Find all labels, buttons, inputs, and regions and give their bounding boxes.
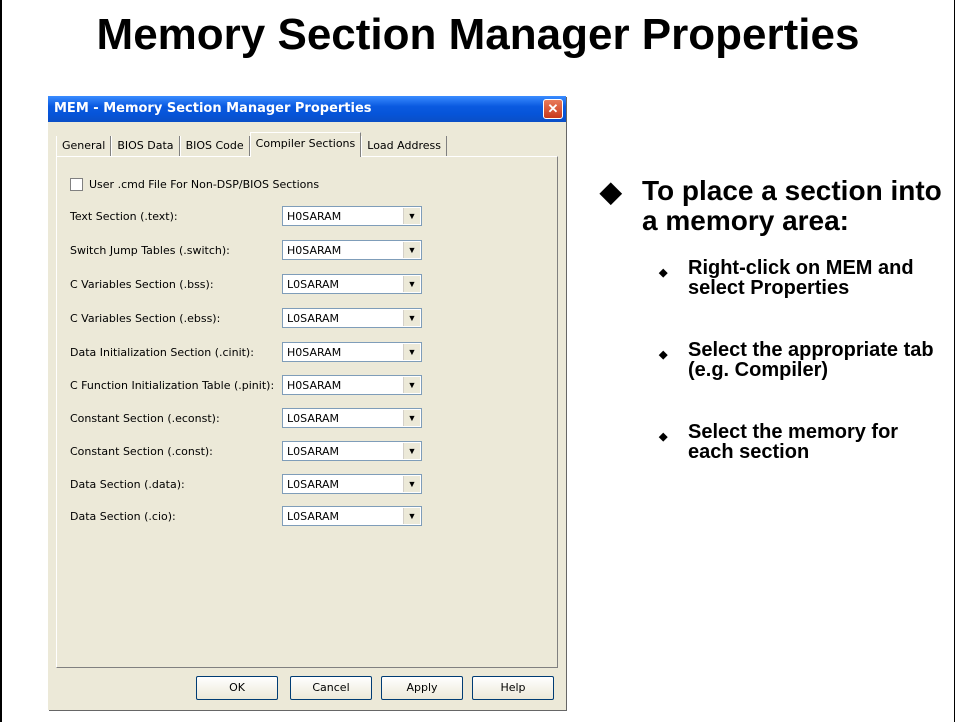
memory-select[interactable]: H0SARAM ▼ (282, 342, 422, 362)
sub-bullet-2: Select the appropriate tab (e.g. Compile… (688, 339, 934, 381)
memory-select[interactable]: H0SARAM ▼ (282, 206, 422, 226)
memory-select-value: L0SARAM (287, 445, 340, 458)
memory-select[interactable]: L0SARAM ▼ (282, 408, 422, 428)
tab-general[interactable]: General (56, 136, 112, 156)
section-label: C Variables Section (.bss): (70, 278, 214, 291)
memory-select-value: H0SARAM (287, 210, 342, 223)
memory-select-value: H0SARAM (287, 244, 342, 257)
section-row: C Function Initialization Table (.pinit)… (70, 379, 284, 392)
sub-bullet-3: Select the memory for each section (688, 421, 899, 463)
section-row: Switch Jump Tables (.switch): (70, 244, 284, 257)
small-diamond-bullet-icon: ◆ (659, 431, 668, 443)
slide-title: Memory Section Manager Properties (96, 10, 860, 59)
section-row: Data Section (.cio): (70, 510, 284, 523)
chevron-down-icon[interactable]: ▼ (403, 344, 420, 360)
section-label: Data Section (.cio): (70, 510, 176, 523)
memory-select-value: L0SARAM (287, 278, 340, 291)
sub-bullet-1: Right-click on MEM and select Properties (688, 257, 914, 299)
section-label: Switch Jump Tables (.switch): (70, 244, 230, 257)
small-diamond-bullet-icon: ◆ (659, 267, 668, 279)
memory-select[interactable]: L0SARAM ▼ (282, 441, 422, 461)
section-label: Constant Section (.const): (70, 445, 213, 458)
tab-compiler-sections[interactable]: Compiler Sections (249, 132, 362, 157)
memory-select-value: L0SARAM (287, 412, 340, 425)
section-label: C Variables Section (.ebss): (70, 312, 221, 325)
section-row: Data Section (.data): (70, 478, 284, 491)
ok-button[interactable]: OK (196, 676, 278, 700)
user-cmd-checkbox[interactable] (70, 178, 83, 191)
section-label: Data Section (.data): (70, 478, 185, 491)
section-label: Text Section (.text): (70, 210, 178, 223)
chevron-down-icon[interactable]: ▼ (403, 410, 420, 426)
memory-select-value: H0SARAM (287, 379, 342, 392)
chevron-down-icon[interactable]: ▼ (403, 377, 420, 393)
chevron-down-icon[interactable]: ▼ (403, 508, 420, 524)
help-button[interactable]: Help (472, 676, 554, 700)
close-icon[interactable]: ✕ (543, 99, 563, 119)
memory-select[interactable]: H0SARAM ▼ (282, 375, 422, 395)
chevron-down-icon[interactable]: ▼ (403, 276, 420, 292)
diamond-bullet-icon: ◆ (600, 176, 622, 207)
main-bullet-text: To place a section into a memory area: (642, 175, 942, 236)
small-diamond-bullet-icon: ◆ (659, 349, 668, 361)
memory-select[interactable]: L0SARAM ▼ (282, 474, 422, 494)
section-row: Constant Section (.econst): (70, 412, 284, 425)
section-label: Constant Section (.econst): (70, 412, 220, 425)
chevron-down-icon[interactable]: ▼ (403, 443, 420, 459)
chevron-down-icon[interactable]: ▼ (403, 310, 420, 326)
section-row: Data Initialization Section (.cinit): (70, 346, 284, 359)
memory-select[interactable]: L0SARAM ▼ (282, 506, 422, 526)
user-cmd-checkbox-label: User .cmd File For Non-DSP/BIOS Sections (89, 178, 320, 191)
memory-select[interactable]: L0SARAM ▼ (282, 308, 422, 328)
section-row: Text Section (.text): (70, 210, 284, 223)
section-row: Constant Section (.const): (70, 445, 284, 458)
section-label: Data Initialization Section (.cinit): (70, 346, 254, 359)
chevron-down-icon[interactable]: ▼ (403, 208, 420, 224)
dialog-titlebar[interactable]: MEM - Memory Section Manager Properties … (48, 96, 566, 122)
tab-strip: General BIOS Data BIOS Code Compiler Sec… (56, 132, 447, 157)
section-label: C Function Initialization Table (.pinit)… (70, 379, 275, 392)
chevron-down-icon[interactable]: ▼ (403, 476, 420, 492)
dialog-title: MEM - Memory Section Manager Properties (54, 101, 372, 116)
section-row: C Variables Section (.ebss): (70, 312, 284, 325)
memory-select-value: L0SARAM (287, 312, 340, 325)
memory-select-value: L0SARAM (287, 478, 340, 491)
section-row: C Variables Section (.bss): (70, 278, 284, 291)
memory-select-value: H0SARAM (287, 346, 342, 359)
memory-select[interactable]: L0SARAM ▼ (282, 274, 422, 294)
memory-select[interactable]: H0SARAM ▼ (282, 240, 422, 260)
slide: Memory Section Manager Properties MEM - … (0, 0, 955, 722)
tab-bios-code[interactable]: BIOS Code (179, 136, 250, 156)
chevron-down-icon[interactable]: ▼ (403, 242, 420, 258)
tab-load-address[interactable]: Load Address (361, 136, 447, 156)
tab-bios-data[interactable]: BIOS Data (111, 136, 180, 156)
user-cmd-checkbox-row[interactable]: User .cmd File For Non-DSP/BIOS Sections (70, 178, 319, 191)
apply-button[interactable]: Apply (381, 676, 463, 700)
memory-select-value: L0SARAM (287, 510, 340, 523)
cancel-button[interactable]: Cancel (290, 676, 372, 700)
